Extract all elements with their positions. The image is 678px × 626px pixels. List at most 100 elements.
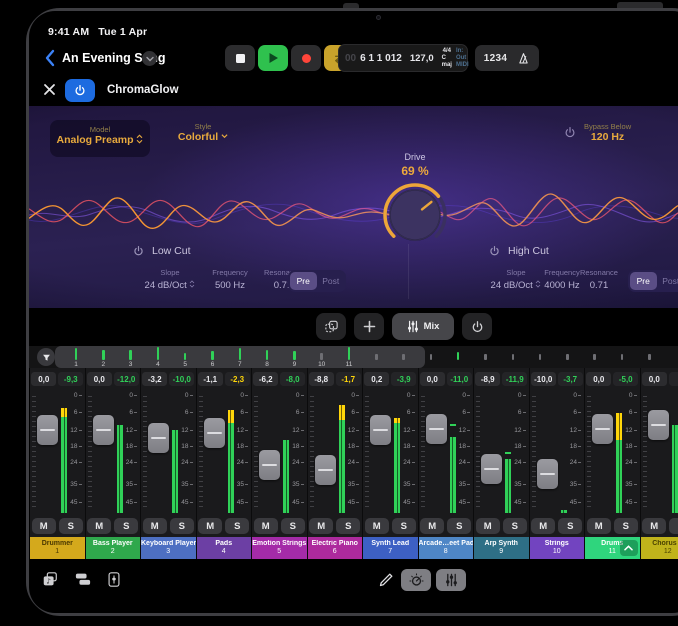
volume-value[interactable]: 0,0 bbox=[87, 372, 112, 386]
back-button[interactable] bbox=[43, 49, 57, 67]
solo-button[interactable]: S bbox=[281, 518, 305, 534]
fader-handle[interactable] bbox=[204, 418, 225, 448]
stop-button[interactable] bbox=[225, 45, 255, 71]
pre-button[interactable]: Pre bbox=[630, 272, 657, 290]
volume-value[interactable]: 0,2 bbox=[364, 372, 389, 386]
channel-name-bar[interactable]: Arp Synth 9 bbox=[474, 537, 529, 559]
level-control[interactable]: Level 0.0 bbox=[657, 122, 678, 143]
post-button[interactable]: Post bbox=[658, 272, 678, 290]
mute-button[interactable]: M bbox=[642, 518, 666, 534]
volume-value[interactable]: 0,0 bbox=[31, 372, 56, 386]
close-plugin-button[interactable] bbox=[43, 83, 57, 97]
fader-handle[interactable] bbox=[259, 450, 280, 480]
channel-name-bar[interactable]: Arcade…eet Pad 8 bbox=[419, 537, 474, 559]
level-meter-value[interactable]: -11,0 bbox=[447, 372, 472, 386]
play-button[interactable] bbox=[258, 45, 288, 71]
mute-button[interactable]: M bbox=[587, 518, 611, 534]
solo-button[interactable]: S bbox=[447, 518, 471, 534]
volume-value[interactable]: -8,8 bbox=[309, 372, 334, 386]
level-meter-value[interactable]: -5,0 bbox=[613, 372, 638, 386]
fader-handle[interactable] bbox=[370, 415, 391, 445]
channel-name-bar[interactable]: Emotion Strings 5 bbox=[252, 537, 307, 559]
channel-name-bar[interactable]: Chorus V 12 bbox=[641, 537, 678, 559]
channel-name-bar[interactable]: Synth Lead 7 bbox=[363, 537, 418, 559]
channel-name-bar[interactable]: Bass Player 2 bbox=[86, 537, 141, 559]
fader-handle[interactable] bbox=[315, 455, 336, 485]
fader-handle[interactable] bbox=[93, 415, 114, 445]
level-meter-value[interactable]: -3,7 bbox=[558, 372, 583, 386]
fader-handle[interactable] bbox=[537, 459, 558, 489]
solo-button[interactable]: S bbox=[558, 518, 582, 534]
power-icon[interactable] bbox=[133, 245, 144, 257]
mute-button[interactable]: M bbox=[309, 518, 333, 534]
mute-button[interactable]: M bbox=[254, 518, 278, 534]
channel-name-bar[interactable]: Drummer 1 bbox=[30, 537, 85, 559]
fader-handle[interactable] bbox=[648, 410, 669, 440]
solo-button[interactable]: S bbox=[614, 518, 638, 534]
volume-value[interactable]: -1,1 bbox=[198, 372, 223, 386]
mute-button[interactable]: M bbox=[476, 518, 500, 534]
level-meter-value[interactable]: -2,3 bbox=[225, 372, 250, 386]
fader-handle[interactable] bbox=[481, 454, 502, 484]
volume-value[interactable]: -10,0 bbox=[531, 372, 556, 386]
post-button[interactable]: Post bbox=[318, 272, 345, 290]
count-in-button[interactable]: 1234 bbox=[484, 53, 507, 64]
volume-value[interactable]: 0,0 bbox=[420, 372, 445, 386]
volume-value[interactable]: -3,2 bbox=[142, 372, 167, 386]
channel-name-bar[interactable]: Drums 11 bbox=[585, 537, 640, 559]
high-cut-resonance[interactable]: Resonance 0.71 bbox=[569, 268, 629, 291]
model-select[interactable]: Model Analog Preamp bbox=[50, 120, 150, 157]
solo-button[interactable]: S bbox=[503, 518, 527, 534]
level-meter-value[interactable]: -3,9 bbox=[391, 372, 416, 386]
fader-handle[interactable] bbox=[148, 423, 169, 453]
pre-button[interactable]: Pre bbox=[290, 272, 317, 290]
solo-button[interactable]: S bbox=[336, 518, 360, 534]
mixer-power-button[interactable] bbox=[462, 313, 492, 340]
solo-button[interactable]: S bbox=[59, 518, 83, 534]
fader-handle[interactable] bbox=[592, 414, 613, 444]
solo-button[interactable]: S bbox=[114, 518, 138, 534]
channel-chevron-button[interactable] bbox=[620, 540, 638, 556]
mute-button[interactable]: M bbox=[143, 518, 167, 534]
mute-button[interactable]: M bbox=[87, 518, 111, 534]
drive-knob[interactable] bbox=[380, 180, 450, 250]
level-meter-value[interactable] bbox=[669, 372, 678, 386]
level-meter-value[interactable]: -10,0 bbox=[169, 372, 194, 386]
level-meter-value[interactable]: -8,0 bbox=[280, 372, 305, 386]
volume-value[interactable]: -6,2 bbox=[253, 372, 278, 386]
level-meter-value[interactable]: -12,0 bbox=[114, 372, 139, 386]
bypass-below-control[interactable]: Bypass Below 120 Hz bbox=[564, 122, 664, 143]
fader-handle[interactable] bbox=[37, 415, 58, 445]
solo-button[interactable]: S bbox=[170, 518, 194, 534]
channel-name-bar[interactable]: Keyboard Player 3 bbox=[141, 537, 196, 559]
mute-button[interactable]: M bbox=[365, 518, 389, 534]
volume-value[interactable]: 0,0 bbox=[586, 372, 611, 386]
sliders-view-button[interactable] bbox=[436, 569, 466, 591]
filter-button[interactable] bbox=[37, 348, 55, 366]
level-meter-value[interactable]: -9,3 bbox=[58, 372, 83, 386]
fader-panel-icon[interactable] bbox=[107, 571, 121, 588]
solo-button[interactable]: S bbox=[669, 518, 678, 534]
power-icon[interactable] bbox=[489, 245, 500, 257]
mute-button[interactable]: M bbox=[32, 518, 56, 534]
plugin-power-button[interactable] bbox=[65, 79, 95, 102]
record-button[interactable] bbox=[291, 45, 321, 71]
mute-button[interactable]: M bbox=[198, 518, 222, 534]
volume-value[interactable]: -8,9 bbox=[475, 372, 500, 386]
song-menu-button[interactable] bbox=[142, 51, 157, 66]
channel-name-bar[interactable]: Strings 10 bbox=[530, 537, 585, 559]
metronome-icon[interactable] bbox=[517, 52, 530, 65]
channel-name-bar[interactable]: Electric Piano 6 bbox=[308, 537, 363, 559]
mute-button[interactable]: M bbox=[420, 518, 444, 534]
library-icon[interactable] bbox=[74, 571, 92, 587]
level-meter-value[interactable]: -1,7 bbox=[336, 372, 361, 386]
level-meter-value[interactable]: -11,9 bbox=[502, 372, 527, 386]
fader-handle[interactable] bbox=[426, 414, 447, 444]
mix-view-button[interactable]: Mix bbox=[392, 313, 454, 340]
loop-browser-icon[interactable]: ♪ bbox=[41, 571, 59, 588]
volume-value[interactable]: 0,0 bbox=[642, 372, 667, 386]
duplicate-button[interactable] bbox=[316, 313, 346, 340]
pencil-icon[interactable] bbox=[378, 572, 394, 588]
style-select[interactable]: Style Colorful bbox=[167, 122, 239, 143]
solo-button[interactable]: S bbox=[225, 518, 249, 534]
